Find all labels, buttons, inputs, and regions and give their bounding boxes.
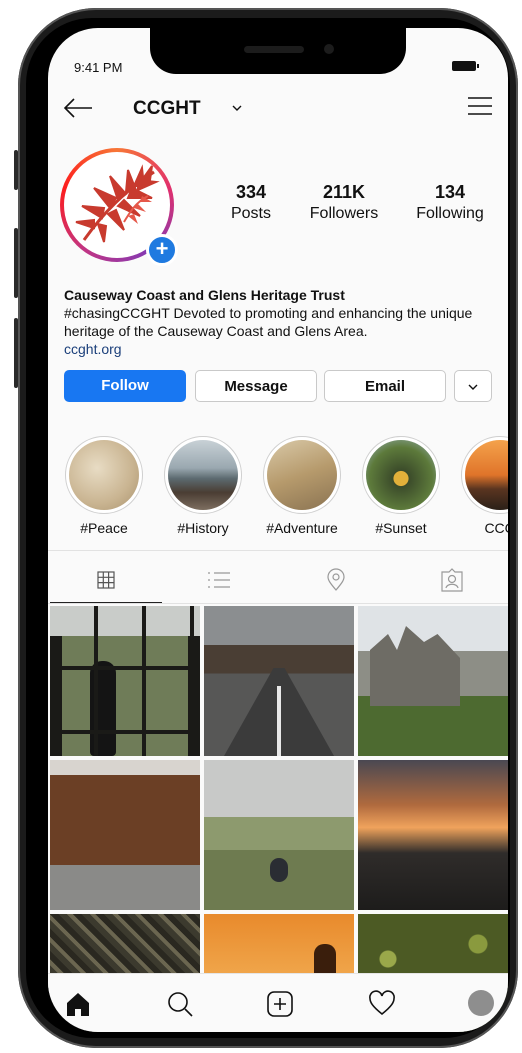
highlight-ccg[interactable]: CCG	[460, 436, 508, 536]
profile-username[interactable]: CCGHT	[133, 98, 201, 120]
battery-icon	[452, 61, 479, 71]
camera	[324, 44, 334, 54]
grid-post-coast-sunset[interactable]	[358, 760, 508, 910]
grid-post-window[interactable]	[50, 606, 200, 756]
hamburger-menu-icon[interactable]	[466, 94, 494, 118]
grid-icon[interactable]	[92, 568, 120, 592]
following-label: Following	[416, 205, 484, 222]
tabs-bottom-divider	[48, 603, 508, 604]
bio-text: #chasingCCGHT Devoted to promoting and e…	[64, 305, 473, 339]
following-stat[interactable]: 134 Following	[408, 182, 492, 223]
add-post-icon[interactable]	[266, 990, 294, 1018]
highlight-ring	[461, 436, 508, 514]
highlight-label: #History	[177, 520, 229, 536]
highlight-label: #Sunset	[375, 520, 427, 536]
shipwreck-photo	[168, 440, 238, 510]
notch	[150, 28, 406, 74]
highlight-ring	[164, 436, 242, 514]
highlight-peace[interactable]: #Peace	[64, 436, 144, 536]
grid-post-castle[interactable]	[358, 606, 508, 756]
grid-post-dunes[interactable]	[204, 760, 354, 910]
highlight-label: #Peace	[80, 520, 128, 536]
add-story-badge[interactable]: +	[146, 234, 178, 266]
website-link[interactable]: ccght.org	[64, 340, 504, 358]
profile-bio: Causeway Coast and Glens Heritage Trust …	[64, 286, 504, 358]
window-bars	[50, 606, 200, 756]
suggested-dropdown-button[interactable]	[454, 370, 492, 402]
chevron-down-icon	[468, 384, 478, 390]
location-pin-icon[interactable]	[322, 568, 350, 592]
volume-down-button	[14, 318, 18, 388]
follow-button[interactable]: Follow	[64, 370, 186, 402]
highlight-history[interactable]: #History	[163, 436, 243, 536]
following-count: 134	[434, 182, 466, 202]
sunset-photo	[465, 440, 508, 510]
home-icon[interactable]	[64, 990, 92, 1018]
highlight-sunset[interactable]: #Sunset	[361, 436, 441, 536]
dune-post-photo	[267, 440, 337, 510]
followers-stat[interactable]: 211K Followers	[304, 182, 384, 223]
chevron-down-icon[interactable]	[231, 102, 243, 114]
followers-count: 211K	[322, 182, 366, 202]
posts-label: Posts	[230, 205, 271, 222]
search-icon[interactable]	[166, 990, 194, 1018]
highlight-ring	[263, 436, 341, 514]
highlight-ring	[65, 436, 143, 514]
mute-switch	[14, 150, 18, 190]
castle-ruins	[370, 626, 460, 706]
list-icon[interactable]	[205, 568, 233, 592]
message-button[interactable]: Message	[195, 370, 317, 402]
highlight-label: #Adventure	[266, 520, 338, 536]
posts-count: 334	[235, 182, 267, 202]
highlight-adventure[interactable]: #Adventure	[262, 436, 342, 536]
person-in-grass	[270, 858, 288, 882]
tabs-top-divider	[48, 550, 508, 551]
sand-photo	[69, 440, 139, 510]
volume-up-button	[14, 228, 18, 298]
screen: 9:41 PM CCGHT + 334 Posts 211K Followers…	[48, 28, 508, 1032]
grid-post-road[interactable]	[204, 606, 354, 756]
followers-label: Followers	[309, 205, 379, 222]
speaker	[244, 46, 304, 53]
posts-stat[interactable]: 334 Posts	[216, 182, 286, 223]
highlight-ring	[362, 436, 440, 514]
heart-icon[interactable]	[368, 990, 396, 1018]
back-arrow-icon[interactable]	[62, 94, 94, 122]
email-button[interactable]: Email	[324, 370, 446, 402]
hiker-photo	[366, 440, 436, 510]
road-line	[277, 686, 281, 756]
status-time: 9:41 PM	[74, 60, 123, 75]
highlight-label: CCG	[484, 520, 508, 536]
profile-name: Causeway Coast and Glens Heritage Trust	[64, 287, 345, 303]
tagged-user-icon[interactable]	[438, 568, 466, 592]
profile-avatar[interactable]	[468, 990, 494, 1016]
grid-post-valley[interactable]	[50, 760, 200, 910]
